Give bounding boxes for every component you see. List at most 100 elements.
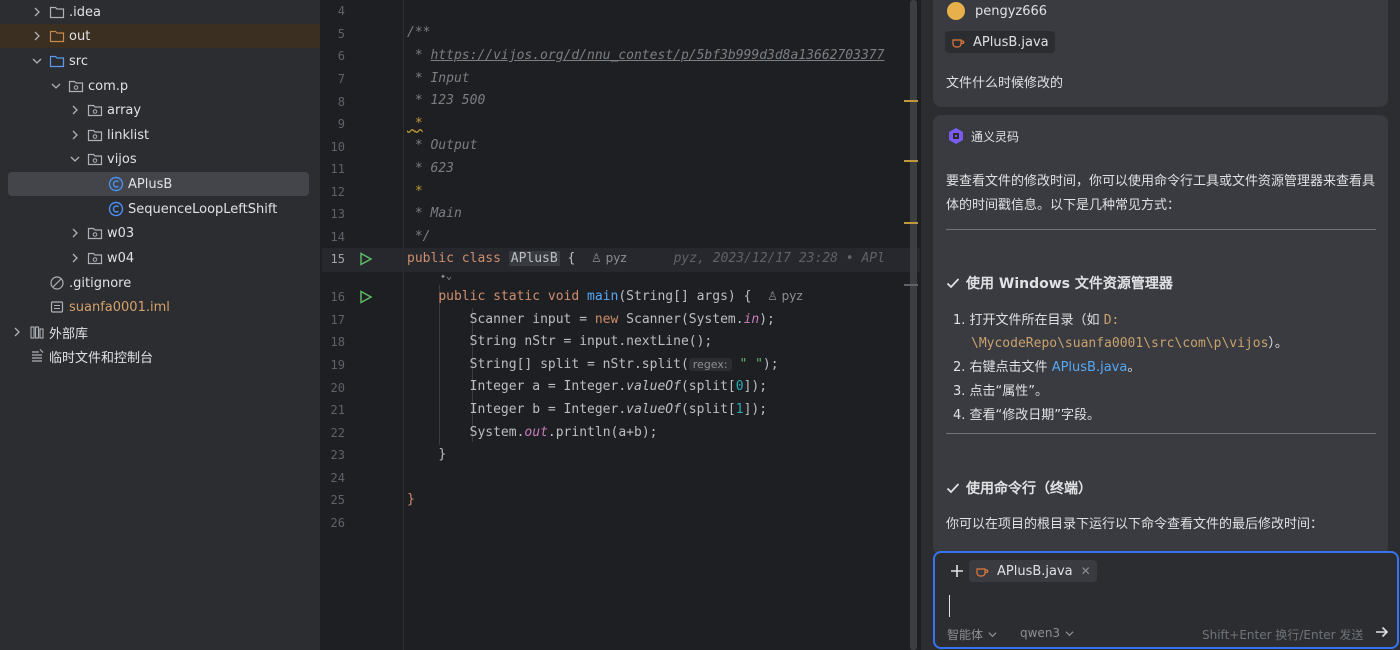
tree-item-src[interactable]: src bbox=[0, 49, 320, 73]
tree-item-iml[interactable]: suanfa0001.iml bbox=[0, 295, 320, 319]
step-number: 4. bbox=[953, 408, 966, 423]
code-line: * Output bbox=[407, 138, 478, 153]
chevron-right-icon[interactable] bbox=[30, 29, 44, 43]
code-text: Scanner input = bbox=[469, 312, 595, 327]
number-literal: 0 bbox=[735, 379, 744, 394]
author-name: pyz bbox=[605, 251, 627, 265]
stripe-mark[interactable] bbox=[904, 284, 918, 286]
model-label: qwen3 bbox=[1020, 626, 1061, 640]
tree-item-array[interactable]: array bbox=[0, 98, 320, 122]
code-line-main-decl: public static void main(String[] args) {… bbox=[407, 289, 803, 304]
tree-item-linklist[interactable]: linklist bbox=[0, 123, 320, 147]
line-number: 25 bbox=[330, 493, 345, 507]
agent-mode-dropdown[interactable]: 智能体 bbox=[947, 626, 997, 643]
tree-item-vijos[interactable]: vijos bbox=[0, 147, 320, 171]
run-main-icon[interactable] bbox=[359, 290, 373, 304]
tree-item-scratches[interactable]: 临时文件和控制台 bbox=[0, 344, 320, 368]
parameter-hint: regex: bbox=[688, 358, 732, 371]
warning-stripe-mark[interactable] bbox=[904, 100, 918, 102]
line-number: 10 bbox=[330, 140, 345, 154]
comment-text: * Output bbox=[414, 138, 478, 153]
line-number: 20 bbox=[330, 381, 345, 395]
comment-url[interactable]: https://vijos.org/d/nnu_contest/p/5bf3b9… bbox=[430, 48, 884, 63]
model-dropdown[interactable]: qwen3 bbox=[1020, 626, 1074, 640]
code-line: Integer b = Integer.valueOf(split[1]); bbox=[407, 402, 767, 417]
add-context-button[interactable] bbox=[947, 561, 967, 581]
code-text: Integer a = Integer. bbox=[469, 379, 627, 394]
tree-item-w04[interactable]: w04 bbox=[0, 246, 320, 270]
tree-item-label: 外部库 bbox=[49, 326, 89, 342]
code-line-class-decl: public class APlusB { ♙ pyz pyz, 2023/12… bbox=[407, 251, 885, 266]
agent-mode-label: 智能体 bbox=[947, 628, 984, 642]
chat-input-box[interactable]: APlusB.java ✕ 智能体 qwen3 Shift+Enter 换行/E… bbox=[933, 551, 1399, 649]
code-line: * bbox=[407, 184, 423, 199]
chevron-right-icon[interactable] bbox=[68, 226, 82, 240]
code-line: System.out.println(a+b); bbox=[407, 425, 658, 440]
tree-item-gitignore[interactable]: .gitignore bbox=[0, 271, 320, 295]
step-item-cont: \MycodeRepo\suanfa0001\src\com\p\vijos）。 bbox=[971, 332, 1288, 356]
run-class-icon[interactable] bbox=[359, 252, 373, 266]
static-method: valueOf bbox=[626, 379, 681, 394]
send-button[interactable] bbox=[1373, 623, 1391, 641]
tree-item-label: vijos bbox=[107, 151, 137, 167]
comment-text: * 623 bbox=[414, 161, 454, 176]
context-file-chip[interactable]: APlusB.java ✕ bbox=[969, 560, 1097, 582]
avatar bbox=[947, 2, 965, 20]
tree-item-sequenceloopleftshift[interactable]: SequenceLoopLeftShift bbox=[0, 197, 320, 221]
ignore-file-icon bbox=[49, 275, 65, 291]
author-inlay[interactable]: ♙ pyz bbox=[591, 251, 627, 265]
chevron-down-icon[interactable] bbox=[68, 152, 82, 166]
chevron-down-icon[interactable] bbox=[30, 54, 44, 68]
file-link[interactable]: APlusB.java bbox=[1052, 360, 1128, 375]
chevron-down-icon[interactable] bbox=[49, 79, 63, 93]
user-question: 文件什么时候修改的 bbox=[946, 76, 1064, 91]
source-folder-icon bbox=[49, 53, 65, 69]
author-inlay[interactable]: ♙ pyz bbox=[767, 289, 803, 303]
tree-item-out[interactable]: out bbox=[0, 24, 320, 48]
indent-guide bbox=[472, 308, 473, 442]
warning-stripe-mark[interactable] bbox=[904, 160, 918, 162]
line-number: 19 bbox=[330, 358, 345, 372]
line-number: 13 bbox=[330, 207, 345, 221]
params: (String[] args) { bbox=[618, 289, 752, 304]
chevron-right-icon[interactable] bbox=[10, 325, 24, 339]
code-text: Integer b = Integer. bbox=[469, 402, 627, 417]
code-line: Integer a = Integer.valueOf(split[0]); bbox=[407, 379, 767, 394]
divider bbox=[946, 433, 1376, 434]
send-hint: Shift+Enter 换行/Enter 发送 bbox=[1202, 628, 1364, 642]
chevron-right-icon[interactable] bbox=[68, 103, 82, 117]
java-file-icon bbox=[952, 39, 965, 48]
user-name: pengyz666 bbox=[975, 3, 1048, 19]
code-line: * Main bbox=[407, 206, 462, 221]
code-text: String[] split = nStr.split( bbox=[469, 357, 689, 372]
check-icon bbox=[946, 278, 960, 289]
chevron-down-icon bbox=[1065, 630, 1074, 636]
line-number: 12 bbox=[330, 185, 345, 199]
code-text: System. bbox=[469, 425, 525, 440]
chevron-right-icon[interactable] bbox=[68, 251, 82, 265]
tree-item-com-p[interactable]: com.p bbox=[0, 74, 320, 98]
git-blame-annotation[interactable]: pyz, 2023/12/17 23:28 • APl bbox=[674, 251, 885, 266]
method-name[interactable]: main bbox=[587, 289, 618, 304]
line-number: 7 bbox=[337, 72, 345, 86]
tree-item-label: com.p bbox=[88, 78, 129, 94]
tree-item-external-libraries[interactable]: 外部库 bbox=[0, 320, 320, 344]
answer-intro: 要查看文件的修改时间，你可以使用命令行工具或文件资源管理器来查看具体的时间戳信息… bbox=[946, 174, 1376, 213]
warning-stripe-mark[interactable] bbox=[904, 222, 918, 224]
code-text: (split[ bbox=[680, 379, 736, 394]
assistant-name: 通义灵码 bbox=[971, 129, 1020, 144]
ai-action-icon[interactable]: ✦⌄ bbox=[440, 271, 452, 282]
tree-item-label: .gitignore bbox=[69, 275, 132, 291]
code-editor[interactable]: 4 5 6 7 8 9 10 11 12 13 14 15 16 17 18 1… bbox=[322, 0, 920, 650]
tree-item-w03[interactable]: w03 bbox=[0, 221, 320, 245]
class-name[interactable]: APlusB bbox=[508, 251, 560, 266]
package-icon bbox=[87, 127, 103, 143]
remove-file-icon[interactable]: ✕ bbox=[1081, 564, 1091, 578]
attached-file-chip[interactable]: APlusB.java bbox=[945, 31, 1055, 53]
chevron-right-icon[interactable] bbox=[30, 5, 44, 19]
chevron-right-icon[interactable] bbox=[68, 128, 82, 142]
tree-item-idea[interactable]: .idea bbox=[0, 0, 320, 24]
section-heading: 使用命令行（终端） bbox=[946, 478, 1092, 498]
editor-scrollbar[interactable] bbox=[910, 0, 917, 650]
tree-item-aplusb[interactable]: APlusB bbox=[8, 172, 309, 196]
